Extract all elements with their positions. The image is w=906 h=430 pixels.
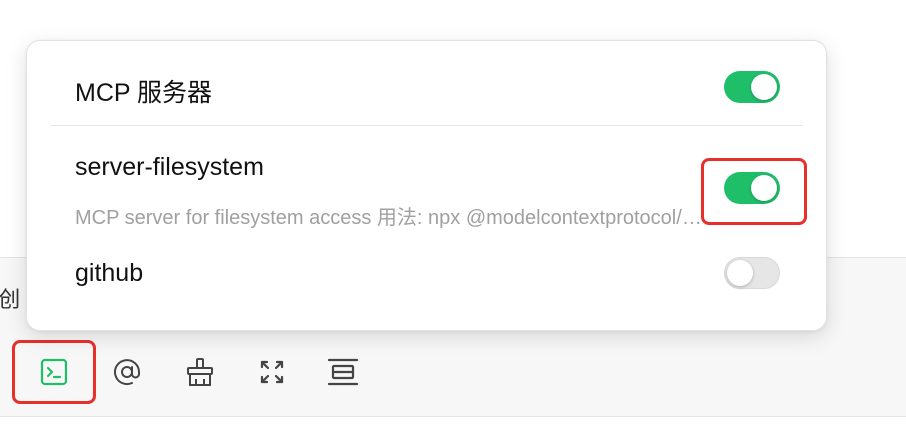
popup-divider xyxy=(51,125,803,126)
mention-button[interactable] xyxy=(107,352,147,392)
server-name-github: github xyxy=(75,259,144,287)
collapse-button[interactable] xyxy=(323,352,363,392)
at-mention-icon xyxy=(114,359,140,386)
toggle-highlight xyxy=(701,158,807,225)
mcp-servers-popup: MCP 服务器 server-filesystem MCP server for… xyxy=(26,40,827,331)
expand-icon xyxy=(260,360,284,384)
app-window: †创 xyxy=(0,0,906,430)
toggle-knob xyxy=(727,260,753,286)
clear-context-button[interactable] xyxy=(180,352,220,392)
server-name-filesystem: server-filesystem xyxy=(75,153,264,181)
mcp-master-toggle[interactable] xyxy=(724,71,780,103)
expand-button[interactable] xyxy=(252,352,292,392)
composer-toolbar xyxy=(0,340,906,408)
clear-brush-icon xyxy=(187,358,213,386)
composer-partial-text: †创 xyxy=(0,287,21,312)
collapse-lines-icon xyxy=(327,358,359,386)
mcp-terminal-button[interactable] xyxy=(34,352,74,392)
server-github-toggle[interactable] xyxy=(724,257,780,289)
terminal-icon xyxy=(40,358,68,386)
toggle-knob xyxy=(751,74,777,100)
server-description-filesystem: MCP server for filesystem access 用法: npx… xyxy=(75,207,703,229)
popup-title: MCP 服务器 xyxy=(75,79,213,107)
